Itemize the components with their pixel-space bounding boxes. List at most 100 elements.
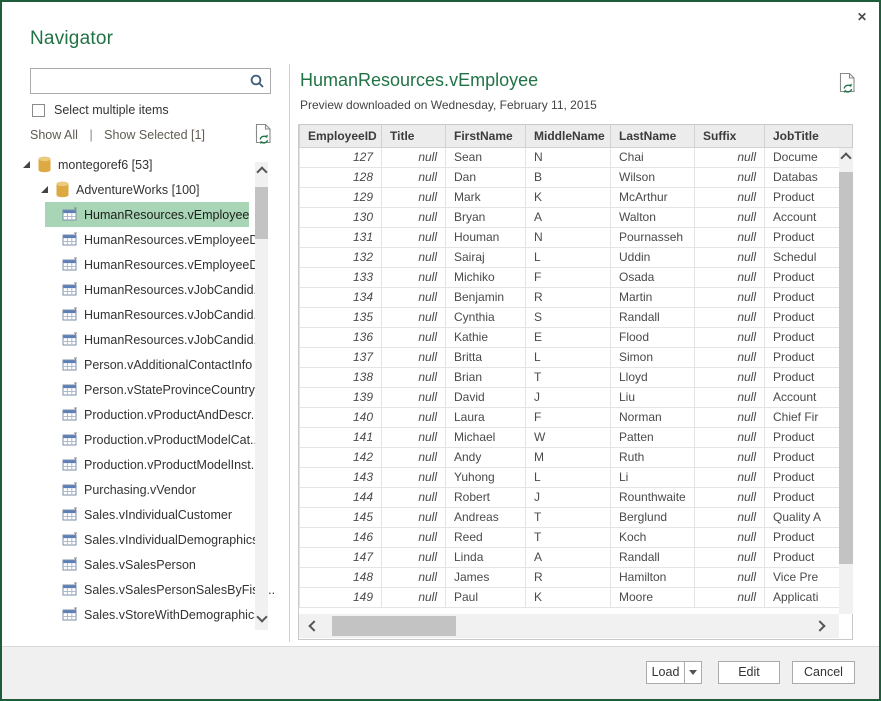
table-cell: Rounthwaite bbox=[611, 487, 695, 507]
tree-item[interactable]: HumanResources.vEmployee bbox=[45, 202, 249, 227]
expander-icon[interactable] bbox=[41, 186, 48, 193]
column-header: JobTitle bbox=[765, 125, 854, 147]
table-row: 143nullYuhongLLinullProduct bbox=[300, 467, 854, 487]
table-cell: Reed bbox=[446, 527, 526, 547]
view-icon bbox=[62, 507, 78, 522]
table-cell: null bbox=[695, 207, 765, 227]
table-cell: 147 bbox=[300, 547, 382, 567]
table-cell: Randall bbox=[611, 547, 695, 567]
table-cell: Liu bbox=[611, 387, 695, 407]
load-button[interactable]: Load bbox=[646, 661, 684, 684]
tree-node-label: AdventureWorks [100] bbox=[76, 183, 199, 197]
table-cell: 136 bbox=[300, 327, 382, 347]
table-cell: Paul bbox=[446, 587, 526, 607]
table-cell: J bbox=[526, 387, 611, 407]
tree-item[interactable]: Sales.vIndividualCustomer bbox=[2, 502, 287, 527]
preview-subtitle: Preview downloaded on Wednesday, Februar… bbox=[300, 98, 597, 112]
table-cell: null bbox=[695, 327, 765, 347]
table-cell: null bbox=[382, 507, 446, 527]
table-cell: Moore bbox=[611, 587, 695, 607]
table-cell: Randall bbox=[611, 307, 695, 327]
navigator-dialog: ✕ Navigator Select multiple items Show A… bbox=[0, 0, 881, 701]
table-cell: Mark bbox=[446, 187, 526, 207]
table-cell: null bbox=[382, 327, 446, 347]
table-cell: null bbox=[695, 167, 765, 187]
table-row: 128nullDanBWilsonnullDatabas bbox=[300, 167, 854, 187]
expander-icon[interactable] bbox=[23, 161, 30, 168]
table-cell: Laura bbox=[446, 407, 526, 427]
view-icon bbox=[62, 257, 78, 272]
table-cell: J bbox=[526, 487, 611, 507]
table-cell: 144 bbox=[300, 487, 382, 507]
tree-item[interactable]: Production.vProductAndDescr... bbox=[2, 402, 287, 427]
view-icon bbox=[62, 457, 78, 472]
table-cell: null bbox=[382, 427, 446, 447]
table-cell: 128 bbox=[300, 167, 382, 187]
preview-title: HumanResources.vEmployee bbox=[300, 70, 538, 91]
table-cell: Lloyd bbox=[611, 367, 695, 387]
search-input[interactable] bbox=[35, 70, 245, 92]
close-icon[interactable]: ✕ bbox=[854, 9, 870, 25]
tree-node-server[interactable]: montegoref6 [53] bbox=[2, 152, 287, 177]
table-cell: Brian bbox=[446, 367, 526, 387]
tree-item[interactable]: Sales.vSalesPerson bbox=[2, 552, 287, 577]
table-cell: null bbox=[695, 247, 765, 267]
table-cell: Linda bbox=[446, 547, 526, 567]
table-row: 130nullBryanAWaltonnullAccount bbox=[300, 207, 854, 227]
table-cell: Walton bbox=[611, 207, 695, 227]
table-cell: Uddin bbox=[611, 247, 695, 267]
pane-divider bbox=[289, 64, 290, 642]
table-row: 142nullAndyMRuthnullProduct bbox=[300, 447, 854, 467]
table-cell: L bbox=[526, 247, 611, 267]
cancel-button[interactable]: Cancel bbox=[792, 661, 855, 684]
tree-scrollbar-thumb[interactable] bbox=[255, 187, 268, 239]
tree-item[interactable]: Production.vProductModelInst... bbox=[2, 452, 287, 477]
table-hscrollbar-thumb[interactable] bbox=[332, 616, 456, 636]
tree-item[interactable]: Person.vAdditionalContactInfo bbox=[2, 352, 287, 377]
table-row: 129nullMarkKMcArthurnullProduct bbox=[300, 187, 854, 207]
tree-item[interactable]: Sales.vSalesPersonSalesByFisc... bbox=[2, 577, 287, 602]
table-cell: null bbox=[695, 487, 765, 507]
search-box bbox=[30, 68, 271, 94]
view-icon bbox=[62, 557, 78, 572]
tree-item[interactable]: HumanResources.vJobCandid... bbox=[2, 327, 287, 352]
search-icon[interactable] bbox=[249, 73, 266, 95]
tree-item[interactable]: Purchasing.vVendor bbox=[2, 477, 287, 502]
tree-node-database[interactable]: AdventureWorks [100] bbox=[2, 177, 287, 202]
view-icon bbox=[62, 207, 78, 222]
table-cell: L bbox=[526, 347, 611, 367]
tree-item[interactable]: Production.vProductModelCat... bbox=[2, 427, 287, 452]
tree-item[interactable]: HumanResources.vEmployeeD... bbox=[2, 252, 287, 277]
tree-item[interactable]: Person.vStateProvinceCountry... bbox=[2, 377, 287, 402]
edit-button[interactable]: Edit bbox=[718, 661, 780, 684]
tree-item[interactable]: Sales.vStoreWithDemographics bbox=[2, 602, 287, 627]
table-row: 133nullMichikoFOsadanullProduct bbox=[300, 267, 854, 287]
table-cell: null bbox=[695, 307, 765, 327]
load-dropdown-button[interactable] bbox=[684, 661, 702, 684]
show-selected-link[interactable]: Show Selected [1] bbox=[104, 128, 205, 142]
tree-item-label: Person.vAdditionalContactInfo bbox=[84, 358, 252, 372]
tree-item[interactable]: HumanResources.vJobCandid... bbox=[2, 302, 287, 327]
table-cell: A bbox=[526, 207, 611, 227]
tree-item[interactable]: AWBuildVersion bbox=[2, 627, 287, 630]
table-cell: Robert bbox=[446, 487, 526, 507]
tree-item-label: Production.vProductModelCat... bbox=[84, 433, 260, 447]
table-cell: S bbox=[526, 307, 611, 327]
table-cell: 132 bbox=[300, 247, 382, 267]
tree-refresh-icon[interactable] bbox=[254, 123, 273, 150]
table-cell: 134 bbox=[300, 287, 382, 307]
table-cell: 137 bbox=[300, 347, 382, 367]
show-all-link[interactable]: Show All bbox=[30, 128, 78, 142]
select-multiple-checkbox[interactable] bbox=[32, 104, 45, 117]
preview-refresh-icon[interactable] bbox=[838, 72, 857, 99]
table-cell: Osada bbox=[611, 267, 695, 287]
tree-item-label: Sales.vIndividualCustomer bbox=[84, 508, 232, 522]
table-row: 140nullLauraFNormannullChief Fir bbox=[300, 407, 854, 427]
table-cell: null bbox=[382, 347, 446, 367]
tree-item[interactable]: HumanResources.vJobCandid... bbox=[2, 277, 287, 302]
table-cell: null bbox=[382, 227, 446, 247]
table-vscrollbar-thumb[interactable] bbox=[839, 172, 853, 564]
tree-item[interactable]: HumanResources.vEmployeeD... bbox=[2, 227, 287, 252]
tree-item[interactable]: Sales.vIndividualDemographics bbox=[2, 527, 287, 552]
table-cell: Bryan bbox=[446, 207, 526, 227]
